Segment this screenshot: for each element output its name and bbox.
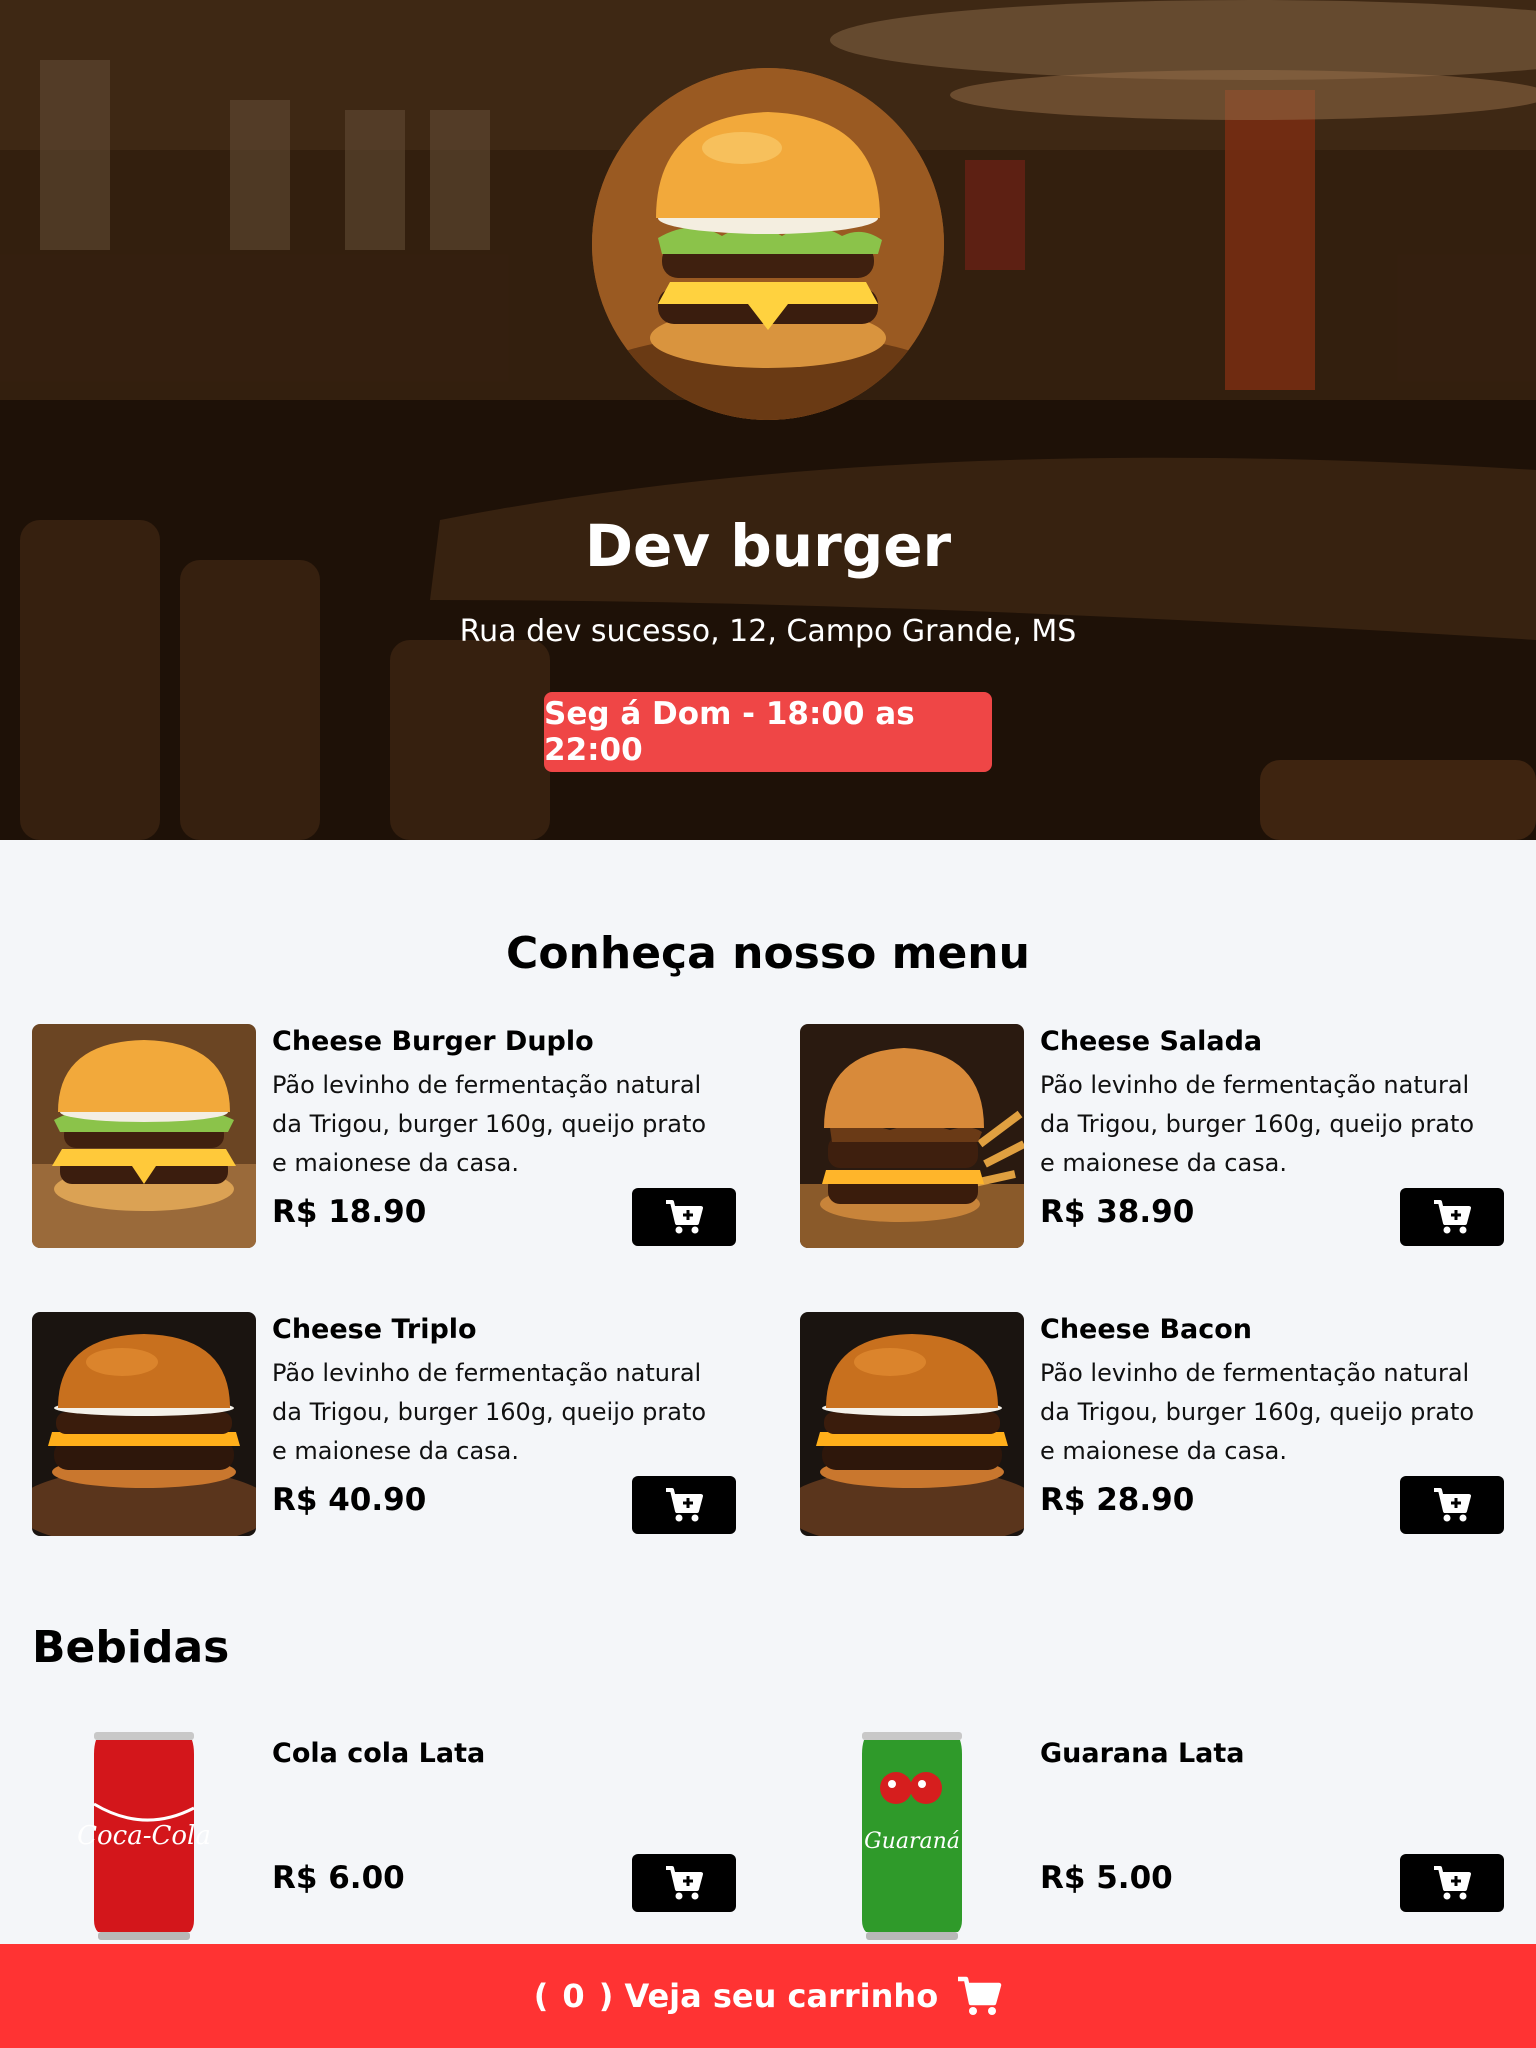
burger-logo-image — [592, 68, 944, 420]
burger-photo-icon — [800, 1024, 1024, 1248]
opening-hours-badge: Seg á Dom - 18:00 as 22:00 — [544, 692, 992, 772]
product-price: R$ 40.90 — [272, 1482, 427, 1518]
menu-item-card: Cheese Triplo Pão levinho de fermentação… — [32, 1312, 736, 1536]
burger-icon — [592, 68, 944, 420]
product-price: R$ 38.90 — [1040, 1194, 1195, 1230]
add-to-cart-button[interactable] — [1400, 1854, 1504, 1912]
add-to-cart-icon — [666, 1488, 703, 1522]
add-to-cart-icon — [666, 1200, 703, 1234]
add-to-cart-button[interactable] — [632, 1476, 736, 1534]
add-to-cart-button[interactable] — [632, 1188, 736, 1246]
view-cart-button[interactable]: ( 0 ) Veja seu carrinho — [0, 1944, 1536, 2048]
can-label: Guaraná — [864, 1829, 960, 1854]
add-to-cart-button[interactable] — [632, 1854, 736, 1912]
restaurant-name: Dev burger — [584, 512, 952, 580]
cart-count: 0 — [562, 1977, 585, 2015]
product-image: Guaraná — [800, 1724, 1024, 1948]
add-to-cart-icon — [1434, 1200, 1471, 1234]
product-image: Coca-Cola — [32, 1724, 256, 1948]
burger-photo-icon — [32, 1024, 256, 1248]
product-description: Pão levinho de fermentação natural da Tr… — [272, 1359, 707, 1465]
menu-item-card: Cheese Burger Duplo Pão levinho de ferme… — [32, 1024, 736, 1248]
product-description: Pão levinho de fermentação natural da Tr… — [1040, 1071, 1475, 1177]
product-price: R$ 28.90 — [1040, 1482, 1195, 1518]
product-description: Pão levinho de fermentação natural da Tr… — [272, 1071, 707, 1177]
can-label: Coca-Cola — [77, 1821, 211, 1851]
product-image — [32, 1312, 256, 1536]
product-name: Cheese Burger Duplo — [272, 1026, 594, 1057]
product-price: R$ 18.90 — [272, 1194, 427, 1230]
burger-photo-icon — [32, 1312, 256, 1536]
shopping-cart-icon — [956, 1975, 1002, 2017]
add-to-cart-icon — [666, 1866, 703, 1900]
product-name: Cola cola Lata — [272, 1738, 486, 1769]
drink-item-card: Guaraná Guarana Lata R$ 5.00 — [800, 1724, 1504, 1948]
menu-item-card: Cheese Bacon Pão levinho de fermentação … — [800, 1312, 1504, 1536]
add-to-cart-button[interactable] — [1400, 1476, 1504, 1534]
product-price: R$ 5.00 — [1040, 1860, 1173, 1896]
menu-item-card: Cheese Salada Pão levinho de fermentação… — [800, 1024, 1504, 1248]
product-name: Guarana Lata — [1040, 1738, 1245, 1769]
product-price: R$ 6.00 — [272, 1860, 405, 1896]
add-to-cart-button[interactable] — [1400, 1188, 1504, 1246]
hero-header: Dev burger Rua dev sucesso, 12, Campo Gr… — [0, 0, 1536, 840]
menu-title: Conheça nosso menu — [506, 928, 1030, 979]
soda-can-icon: Guaraná — [862, 1732, 962, 1940]
add-to-cart-icon — [1434, 1488, 1471, 1522]
drinks-section-title: Bebidas — [32, 1622, 230, 1673]
product-image — [32, 1024, 256, 1248]
product-image — [800, 1024, 1024, 1248]
soda-can-icon: Coca-Cola — [77, 1732, 211, 1940]
add-to-cart-icon — [1434, 1866, 1471, 1900]
product-name: Cheese Bacon — [1040, 1314, 1253, 1345]
product-description: Pão levinho de fermentação natural da Tr… — [1040, 1359, 1475, 1465]
view-cart-label: ) Veja seu carrinho — [598, 1977, 939, 2015]
drink-item-card: Coca-Cola Cola cola Lata R$ 6.00 — [32, 1724, 736, 1948]
restaurant-address: Rua dev sucesso, 12, Campo Grande, MS — [459, 614, 1077, 649]
cart-open-paren: ( — [533, 1977, 549, 2015]
product-image — [800, 1312, 1024, 1536]
product-name: Cheese Triplo — [272, 1314, 477, 1345]
burger-photo-icon — [800, 1312, 1024, 1536]
product-name: Cheese Salada — [1040, 1026, 1263, 1057]
